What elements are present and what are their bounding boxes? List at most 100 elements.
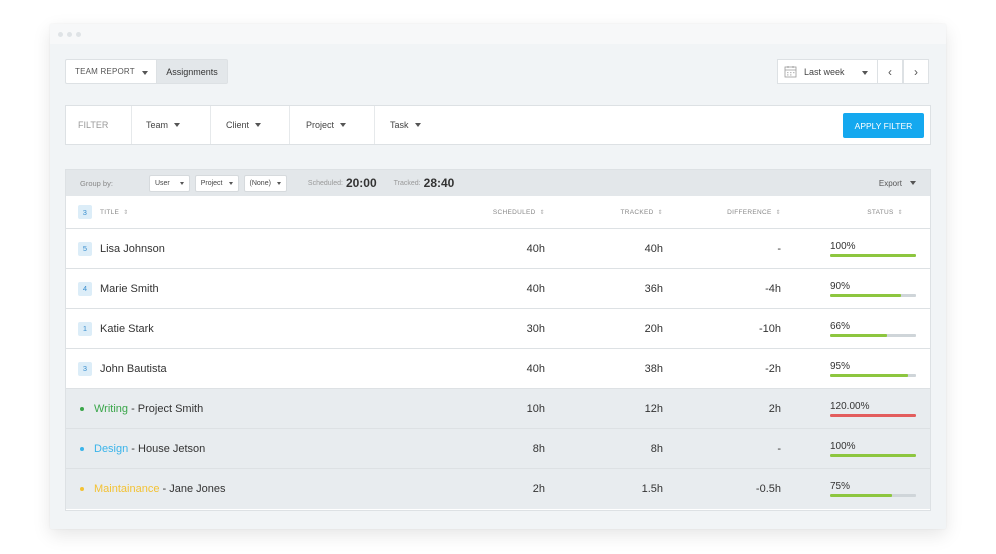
tracked-value: 40h [644,242,663,255]
apply-filter-button[interactable]: APPLY FILTER [843,113,924,138]
sort-icon: ⇕ [775,209,781,216]
task-row[interactable]: Writing - Project Smith 10h 12h 2h 120.0… [66,389,930,429]
sort-icon: ⇕ [539,209,545,216]
tracked-column-header[interactable]: TRACKED ⇕ [621,196,664,228]
scheduled-value: 40h [526,362,545,375]
status-cell: 95% [830,349,916,388]
progress-bar-fill [830,373,909,377]
table-row[interactable]: 4 Marie Smith 40h 36h -4h 90% [66,269,930,309]
user-name: Katie Stark [100,322,154,335]
task-bullet-icon [80,446,84,451]
chevron-down-icon [255,123,262,127]
assignment-count-badge: 1 [78,321,92,336]
filter-task-label: Task [390,120,409,130]
window-titlebar [50,24,946,44]
app-window: TEAM REPORT Assignments Last week ‹ › FI… [50,24,946,529]
chevron-down-icon [228,181,233,185]
table-row[interactable]: 1 Katie Stark 30h 20h -10h 66% [66,309,930,349]
progress-bar-fill [830,253,916,257]
group-by-select-2-label: Project [200,179,223,187]
title-header-label: TITLE [100,208,120,216]
group-by-select-3-label: (None) [249,179,271,187]
status-percent: 100% [830,240,856,252]
next-period-button[interactable]: › [903,59,929,84]
difference-value: -0.5h [755,483,781,495]
scheduled-value: 40h [526,282,545,295]
group-by-label: Group by: [80,178,113,188]
status-percent: 100% [830,440,856,452]
status-cell: 75% [830,469,916,509]
group-by-select-1-label: User [154,179,170,187]
tracked-value: 38h [644,362,663,375]
filter-project[interactable]: Project [290,106,375,144]
user-name: John Bautista [100,362,167,375]
tracked-header-label: TRACKED [620,208,654,216]
status-cell: 90% [830,269,916,308]
chevron-left-icon: ‹ [888,64,892,79]
group-by-select-3[interactable]: (None) [243,174,287,192]
report-type-select[interactable]: TEAM REPORT [65,59,157,84]
sort-icon: ⇕ [897,209,903,216]
task-owner: - Jane Jones [159,483,226,495]
tracked-value: 12h [644,402,663,415]
difference-value: -2h [765,362,781,375]
filter-label: FILTER [66,106,132,144]
sort-icon: ⇕ [123,209,129,216]
group-by-select-2[interactable]: Project [194,174,239,192]
window-dot [67,31,72,37]
tracked-value: 1.5h [641,483,663,495]
export-label: Export [878,178,902,188]
chevron-down-icon [910,181,916,185]
progress-bar [830,293,916,297]
task-name: Writing [94,402,129,415]
table-row[interactable]: 5 Lisa Johnson 40h 40h - 100% [66,229,930,269]
difference-value: -4h [765,282,781,295]
table-row[interactable]: 3 John Bautista 40h 38h -2h 95% [66,349,930,389]
difference-value: -10h [758,322,781,335]
date-range-label: Last week [804,66,845,77]
progress-bar [830,494,916,497]
scheduled-total-value: 20:00 [345,176,377,190]
scheduled-value: 40h [526,242,545,255]
task-row[interactable]: Maintainance - Jane Jones 2h 1.5h -0.5h … [66,469,930,509]
task-owner: - Project Smith [128,402,204,415]
chevron-down-icon [276,181,281,185]
title-column-header[interactable]: 3 TITLE ⇕ [78,196,129,228]
export-button[interactable]: Export [879,179,916,188]
scheduled-value: 2h [532,483,545,495]
task-name: Design [94,442,129,455]
group-by-select-1[interactable]: User [148,174,190,192]
scheduled-header-label: SCHEDULED [492,208,536,216]
filter-task[interactable]: Task [375,106,445,144]
date-range-select[interactable]: Last week [777,59,878,84]
progress-bar-fill [830,494,892,497]
tracked-value: 36h [644,282,663,295]
row-count-badge: 3 [78,205,92,219]
sort-icon: ⇕ [657,209,663,216]
assignments-tab[interactable]: Assignments [157,59,228,84]
report-type-label: TEAM REPORT [75,67,135,76]
tracked-total-label: Tracked: [393,179,421,187]
tracked-total-value: 28:40 [423,176,455,190]
progress-bar-fill [830,293,901,297]
chevron-down-icon [414,123,421,127]
difference-header-label: DIFFERENCE [727,208,772,216]
chevron-down-icon [179,181,184,185]
task-bullet-icon [80,406,84,411]
filter-client[interactable]: Client [211,106,290,144]
task-owner: - House Jetson [128,442,206,455]
progress-bar [830,413,916,417]
progress-bar [830,333,916,337]
task-row[interactable]: Design - House Jetson 8h 8h - 100% [66,429,930,469]
status-cell: 100% [830,229,916,268]
status-percent: 120.00% [830,400,870,412]
status-column-header[interactable]: STATUS ⇕ [867,196,903,228]
filter-team[interactable]: Team [132,106,211,144]
difference-value: - [777,442,781,455]
scheduled-column-header[interactable]: SCHEDULED ⇕ [493,196,545,228]
chevron-right-icon: › [914,64,918,79]
window-dot [76,31,81,37]
status-cell: 100% [830,429,916,468]
difference-column-header[interactable]: DIFFERENCE ⇕ [727,196,781,228]
previous-period-button[interactable]: ‹ [877,59,903,84]
